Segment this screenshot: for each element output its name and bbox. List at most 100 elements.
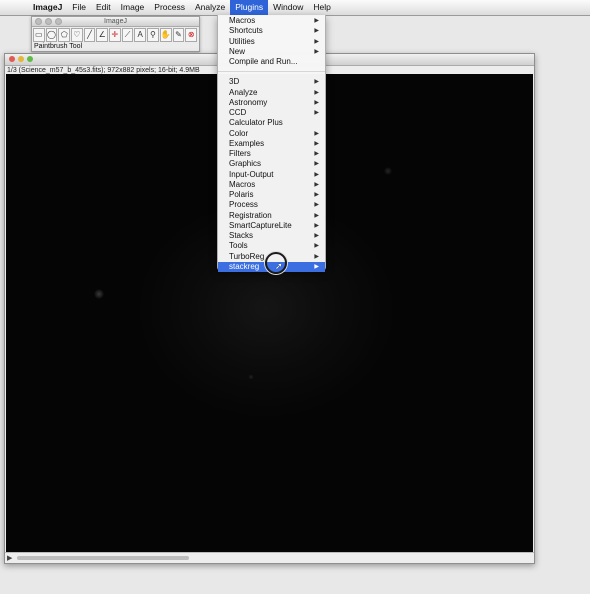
menu-item-label: Graphics	[229, 159, 262, 169]
plugins-menu-item-macros[interactable]: Macros ▶	[218, 180, 325, 190]
plugins-menu-item-shortcuts[interactable]: Shortcuts ▶	[218, 26, 325, 36]
submenu-arrow-icon: ▶	[314, 222, 319, 229]
menu-item-label: Filters	[229, 149, 251, 158]
image-minimize-button[interactable]	[18, 56, 24, 62]
menu-item-label: Analyze	[229, 87, 258, 97]
submenu-arrow-icon: ▶	[314, 243, 319, 250]
plugins-menu-item-stacks[interactable]: Stacks ▶	[218, 231, 325, 241]
wand-tool-icon[interactable]: ⟋	[121, 28, 134, 42]
submenu-arrow-icon: ▶	[314, 171, 319, 178]
plugins-menu-item-smartcapturelite[interactable]: SmartCaptureLite ▶	[218, 221, 325, 231]
text-tool-icon[interactable]: A	[134, 28, 147, 42]
menu-item-label: stackreg	[229, 261, 260, 271]
plugins-menu-item-color[interactable]: Color ▶	[218, 129, 325, 139]
menu-plugins[interactable]: Plugins	[230, 0, 269, 15]
toolbar-window-titlebar[interactable]: ImageJ	[32, 17, 199, 27]
horizontal-scrollbar[interactable]: ▶	[5, 552, 534, 563]
play-icon[interactable]: ▶	[7, 554, 12, 562]
point-tool-icon[interactable]: ✛	[109, 28, 121, 42]
plugins-menu-item-graphics[interactable]: Graphics ▶	[218, 159, 325, 169]
submenu-arrow-icon: ▶	[314, 233, 319, 239]
menu-item-label: Utilities	[229, 36, 255, 46]
plugins-menu-item-new[interactable]: New ▶	[218, 47, 325, 57]
menu-item-label: Examples	[229, 138, 265, 148]
menu-item-label: CCD	[229, 108, 247, 117]
submenu-arrow-icon: ▶	[314, 202, 319, 209]
menu-help[interactable]: Help	[308, 0, 335, 15]
submenu-arrow-icon: ▶	[314, 130, 319, 137]
menu-file[interactable]: File	[67, 0, 91, 15]
mouse-cursor-icon: ➚	[275, 261, 283, 271]
menu-image[interactable]: Image	[116, 0, 150, 15]
menu-item-label: New	[229, 46, 246, 56]
menu-item-label: Input-Output	[229, 169, 274, 179]
menu-separator	[218, 71, 325, 73]
submenu-arrow-icon: ▶	[314, 38, 319, 45]
submenu-arrow-icon: ▶	[314, 28, 319, 35]
submenu-arrow-icon: ▶	[314, 212, 319, 219]
menu-item-label: Process	[229, 200, 258, 210]
menu-edit[interactable]: Edit	[91, 0, 116, 15]
menu-item-label: 3D	[229, 77, 240, 87]
plugins-menu-item-analyze[interactable]: Analyze ▶	[218, 88, 325, 98]
menu-process[interactable]: Process	[149, 0, 190, 15]
line-tool-icon[interactable]: ╱	[83, 28, 96, 42]
menu-item-label: Color	[229, 128, 249, 138]
menu-app-name[interactable]: ImageJ	[28, 0, 67, 15]
plugins-menu-item-examples[interactable]: Examples ▶	[218, 139, 325, 149]
toolbar-status-text: Paintbrush Tool	[34, 43, 83, 50]
star-spot	[384, 167, 392, 175]
submenu-arrow-icon: ▶	[314, 99, 319, 106]
plugins-menu-item-calculator-plus[interactable]: Calculator Plus	[218, 118, 325, 128]
menu-window[interactable]: Window	[268, 0, 308, 15]
plugins-menu-item-utilities[interactable]: Utilities ▶	[218, 37, 325, 47]
submenu-arrow-icon: ▶	[314, 192, 319, 198]
oval-tool-icon[interactable]: ◯	[45, 28, 58, 42]
freehand-tool-icon[interactable]: ♡	[71, 28, 83, 42]
menu-item-label: Registration	[229, 210, 272, 220]
submenu-arrow-icon: ▶	[314, 151, 319, 157]
plugins-menu-item-process[interactable]: Process ▶	[218, 200, 325, 210]
close-button[interactable]	[35, 18, 42, 25]
scrollbar-thumb[interactable]	[17, 556, 189, 560]
hand-tool-icon[interactable]: ✋	[159, 28, 172, 42]
imagej-toolbar-window: ImageJ ▭ ◯ ⬠ ♡ ╱ ∠ ✛ ⟋ A ⚲ ✋ ✎ ⊗ Paintbr…	[31, 16, 200, 52]
plugins-menu-item-macros[interactable]: Macros ▶	[218, 16, 325, 26]
submenu-arrow-icon: ▶	[314, 79, 319, 86]
menu-item-label: TurboReg	[229, 251, 265, 261]
plugins-menu-item-input-output[interactable]: Input-Output ▶	[218, 170, 325, 180]
menu-item-label: Astronomy	[229, 97, 268, 107]
menu-analyze[interactable]: Analyze	[190, 0, 230, 15]
menu-item-label: Calculator Plus	[229, 118, 283, 128]
plugins-menu-item-compile-and-run[interactable]: Compile and Run...	[218, 57, 325, 67]
menu-item-label: Stacks	[229, 231, 254, 240]
minimize-button[interactable]	[45, 18, 52, 25]
angle-tool-icon[interactable]: ∠	[96, 28, 109, 42]
window-controls	[35, 18, 62, 25]
magnifier-tool-icon[interactable]: ⚲	[147, 28, 159, 42]
image-zoom-button[interactable]	[27, 56, 33, 62]
image-close-button[interactable]	[9, 56, 15, 62]
plugins-menu-item-astronomy[interactable]: Astronomy ▶	[218, 98, 325, 108]
menu-item-label: Polaris	[229, 190, 254, 199]
rectangle-tool-icon[interactable]: ▭	[33, 28, 45, 42]
menu-bar: ImageJ File Edit Image Process Analyze P…	[0, 0, 590, 16]
menu-item-label: Shortcuts	[229, 26, 263, 36]
plugins-menu-item-tools[interactable]: Tools ▶	[218, 241, 325, 251]
menu-item-label: SmartCaptureLite	[229, 220, 292, 230]
submenu-arrow-icon: ▶	[314, 89, 319, 96]
submenu-arrow-icon: ▶	[314, 181, 319, 188]
dropper-tool-icon[interactable]: ✎	[172, 28, 185, 42]
menu-item-label: Compile and Run...	[229, 57, 298, 66]
plugins-menu-item-filters[interactable]: Filters ▶	[218, 149, 325, 159]
stop-tool-icon[interactable]: ⊗	[185, 28, 198, 42]
submenu-arrow-icon: ▶	[314, 110, 319, 116]
image-window-controls	[9, 56, 33, 62]
plugins-menu-item-3d[interactable]: 3D ▶	[218, 77, 325, 87]
zoom-button[interactable]	[55, 18, 62, 25]
plugins-menu-item-ccd[interactable]: CCD ▶	[218, 108, 325, 118]
submenu-arrow-icon: ▶	[314, 161, 319, 168]
plugins-menu-item-registration[interactable]: Registration ▶	[218, 211, 325, 221]
polygon-tool-icon[interactable]: ⬠	[58, 28, 71, 42]
plugins-menu-item-polaris[interactable]: Polaris ▶	[218, 190, 325, 200]
